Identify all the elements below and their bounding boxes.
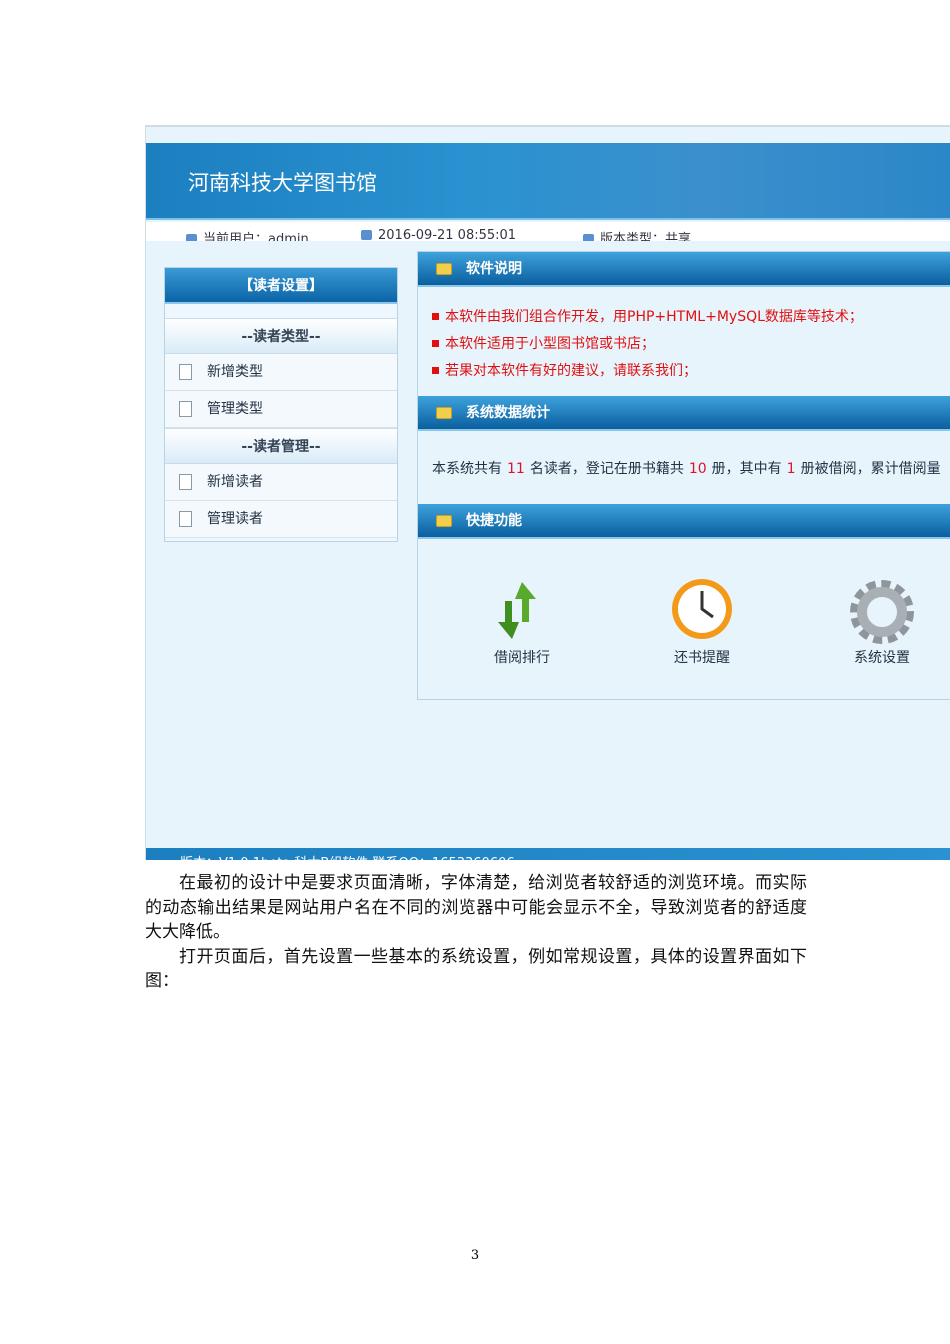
quick-label: 系统设置: [854, 650, 910, 666]
book-count: 10: [688, 461, 707, 477]
page-number: 3: [470, 1248, 480, 1263]
clock-icon: [642, 577, 762, 647]
panel-header-quick: 快捷功能: [418, 504, 950, 539]
version-type: 版本类型：共享: [583, 228, 691, 241]
folder-icon: [436, 407, 452, 419]
sidebar-item-add-type[interactable]: 新增类型: [165, 354, 397, 391]
datetime-text: 2016-09-21 08:55:01: [378, 228, 517, 241]
quick-system-settings[interactable]: 系统设置: [822, 577, 942, 667]
gear-icon: [822, 577, 942, 647]
stats-t2: 名读者，登记在册书籍共: [529, 461, 684, 477]
version-type-text: 版本类型：共享: [600, 232, 692, 241]
about-item: 若果对本软件有好的建议，请联系我们；: [432, 360, 863, 387]
quick-borrow-ranking[interactable]: 借阅排行: [462, 577, 582, 667]
panel-title: 系统数据统计: [466, 405, 550, 421]
about-item-text: 本软件适用于小型图书馆或书店；: [445, 336, 655, 352]
about-list: 本软件由我们组合作开发，用PHP+HTML+MySQL数据库等技术； 本软件适用…: [432, 306, 863, 387]
datetime: 2016-09-21 08:55:01: [361, 228, 516, 241]
sidebar-item-label: 管理类型: [207, 401, 263, 417]
stats-t4: 册被借阅，累计借阅量: [800, 461, 941, 477]
main-panel: 软件说明 本软件由我们组合作开发，用PHP+HTML+MySQL数据库等技术； …: [417, 251, 950, 700]
paragraph: 打开页面后，首先设置一些基本的系统设置，例如常规设置，具体的设置界面如下图：: [145, 946, 807, 992]
panel-title: 快捷功能: [466, 513, 522, 529]
banner: 河南科技大学图书馆: [146, 143, 950, 220]
sidebar-group-reader-management: --读者管理--: [165, 428, 397, 464]
current-user: 当前用户：admin: [186, 228, 309, 241]
sidebar-item-add-reader[interactable]: 新增读者: [165, 464, 397, 501]
calendar-icon: [361, 230, 372, 240]
quick-label: 还书提醒: [674, 650, 730, 666]
about-item: 本软件由我们组合作开发，用PHP+HTML+MySQL数据库等技术；: [432, 306, 863, 333]
document-icon: [179, 474, 192, 490]
about-item-text: 本软件由我们组合作开发，用PHP+HTML+MySQL数据库等技术；: [445, 309, 863, 325]
stats-text: 本系统共有 11 名读者，登记在册书籍共 10 册，其中有 1 册被借阅，累计借阅量: [432, 458, 941, 478]
app-screenshot: 河南科技大学图书馆 当前用户：admin 2016-09-21 08:55:01…: [145, 125, 950, 860]
footer-text: 版本：V1.0.1beta 科大B组软件 联系QQ：1653360606: [180, 852, 515, 860]
about-item: 本软件适用于小型图书馆或书店；: [432, 333, 863, 360]
info-bar: 当前用户：admin 2016-09-21 08:55:01 版本类型：共享: [146, 222, 950, 241]
document-body: 在最初的设计中是要求页面清晰，字体清楚，给浏览者较舒适的浏览环境。而实际的动态输…: [145, 871, 807, 994]
reader-count: 11: [507, 461, 525, 477]
folder-icon: [436, 263, 452, 275]
quick-return-reminder[interactable]: 还书提醒: [642, 577, 762, 667]
bullet-icon: [432, 313, 439, 320]
app-title: 河南科技大学图书馆: [188, 171, 377, 195]
sidebar-item-manage-types[interactable]: 管理类型: [165, 391, 397, 428]
sidebar: 【读者设置】 --读者类型-- 新增类型 管理类型 --读者管理-- 新增读者 …: [164, 267, 398, 542]
sidebar-item-manage-readers[interactable]: 管理读者: [165, 501, 397, 538]
document-icon: [179, 511, 192, 527]
user-icon: [186, 234, 197, 241]
bullet-icon: [432, 367, 439, 374]
borrowed-count: 1: [786, 461, 796, 477]
current-user-text: 当前用户：admin: [203, 232, 309, 241]
folder-icon: [436, 515, 452, 527]
sidebar-header: 【读者设置】: [165, 268, 397, 304]
sidebar-item-label: 新增类型: [207, 364, 263, 380]
sidebar-group-reader-types: --读者类型--: [165, 318, 397, 354]
panel-header-stats: 系统数据统计: [418, 396, 950, 431]
sidebar-item-label: 管理读者: [207, 511, 263, 527]
monitor-icon: [583, 234, 594, 241]
document-icon: [179, 401, 192, 417]
quick-label: 借阅排行: [494, 650, 550, 666]
panel-header-about: 软件说明: [418, 252, 950, 287]
footer-bar: 版本：V1.0.1beta 科大B组软件 联系QQ：1653360606: [146, 848, 950, 860]
arrows-up-down-icon: [462, 577, 582, 647]
document-icon: [179, 364, 192, 380]
paragraph: 在最初的设计中是要求页面清晰，字体清楚，给浏览者较舒适的浏览环境。而实际的动态输…: [145, 873, 807, 942]
stats-t1: 本系统共有: [432, 461, 502, 477]
bullet-icon: [432, 340, 439, 347]
about-item-text: 若果对本软件有好的建议，请联系我们；: [445, 363, 697, 379]
stats-t3: 册，其中有: [711, 461, 782, 477]
sidebar-item-label: 新增读者: [207, 474, 263, 490]
panel-title: 软件说明: [466, 261, 522, 277]
